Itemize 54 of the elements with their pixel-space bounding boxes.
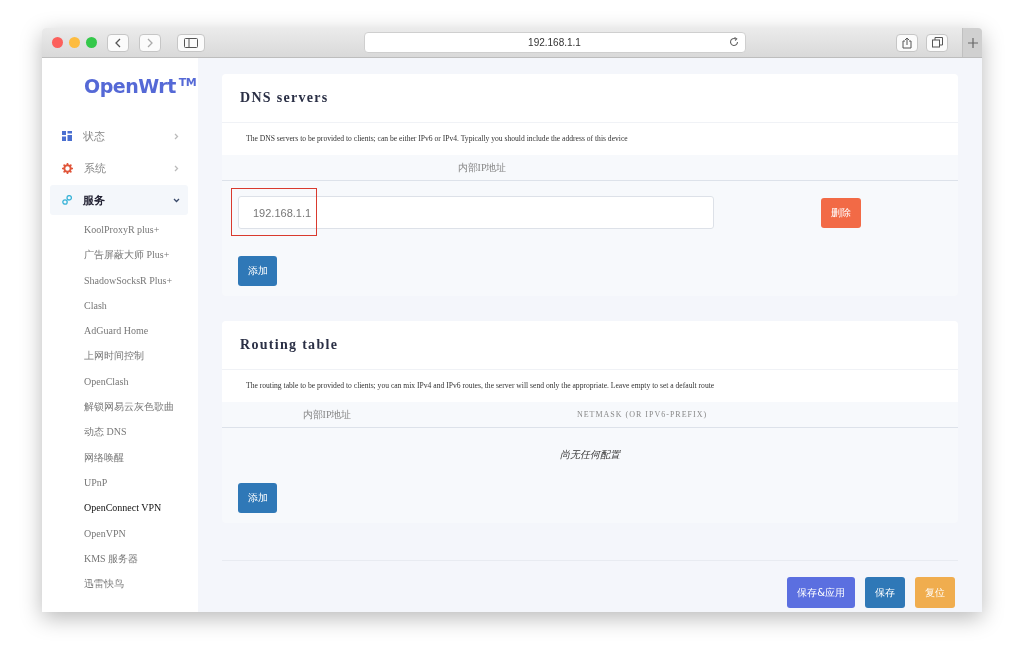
section-title: DNS servers	[222, 74, 958, 123]
share-button[interactable]	[896, 33, 918, 52]
submenu-item[interactable]: OpenConnect VPN	[42, 495, 198, 521]
zoom-button[interactable]	[86, 37, 97, 48]
submenu-item[interactable]: 解锁网易云灰色歌曲	[42, 394, 198, 420]
empty-message: 尚无任何配置	[559, 448, 622, 462]
submenu-item[interactable]: 迅雷快鸟	[42, 571, 198, 597]
add-button[interactable]: 添加	[238, 256, 277, 286]
column-header: NETMASK (OR IPV6-PREFIX)	[575, 410, 709, 419]
back-button[interactable]	[107, 33, 129, 52]
forward-button[interactable]	[139, 33, 161, 52]
chevron-icon	[173, 164, 180, 172]
submenu-item[interactable]: AdGuard Home	[42, 318, 198, 344]
tabs-button[interactable]	[926, 33, 948, 52]
action-button[interactable]: 保存	[865, 577, 905, 608]
menu-item[interactable]: 状态	[50, 121, 188, 151]
sidebar-icon	[184, 37, 198, 48]
minimize-button[interactable]	[69, 37, 80, 48]
chevron-right-icon	[146, 37, 154, 48]
submenu-item[interactable]: 网络唤醒	[42, 444, 198, 470]
submenu-item[interactable]: UPnP	[42, 469, 198, 496]
submenu-item[interactable]: KoolProxyR plus+	[42, 217, 198, 243]
menu-item[interactable]: 服务	[50, 185, 188, 215]
logo: OpenWrt$^{TM}$	[83, 75, 198, 99]
plus-icon	[967, 37, 978, 48]
submenu-item[interactable]: ShadowSocksR Plus+	[42, 267, 198, 293]
delete-button[interactable]: 删除	[821, 197, 861, 228]
action-button[interactable]: 保存&应用	[787, 577, 855, 608]
column-header: 内部IP地址	[456, 160, 508, 175]
chevron-icon	[173, 196, 180, 204]
sidebar-toggle-button[interactable]	[177, 33, 205, 52]
submenu-item[interactable]: 广告屏蔽大师 Plus+	[42, 242, 198, 268]
reload-icon[interactable]	[728, 37, 739, 47]
link-icon	[62, 195, 72, 205]
tabs-icon	[931, 37, 943, 48]
submenu-item[interactable]: OpenClash	[42, 368, 198, 395]
section-title: Routing table	[222, 321, 958, 370]
column-header: 内部IP地址	[301, 407, 353, 422]
submenu-item[interactable]: OpenVPN	[42, 520, 198, 546]
address-bar[interactable]: 192.168.1.1	[363, 32, 746, 53]
ip-address-field[interactable]: 192.168.1.1	[238, 196, 714, 229]
chevron-icon	[173, 132, 180, 140]
submenu-item[interactable]: KMS 服务器	[42, 545, 198, 572]
submenu-item[interactable]: Clash	[42, 292, 198, 319]
menu-item[interactable]: 系统	[50, 153, 188, 183]
new-tab-button[interactable]	[962, 28, 982, 57]
dashboard-icon	[62, 131, 72, 141]
share-icon	[902, 36, 912, 49]
submenu-item[interactable]: 动态 DNS	[42, 419, 198, 445]
chevron-left-icon	[114, 37, 122, 48]
submenu-item[interactable]: 上网时间控制	[42, 343, 198, 369]
close-button[interactable]	[52, 37, 63, 48]
gear-icon	[62, 162, 73, 174]
add-button[interactable]: 添加	[238, 483, 277, 513]
